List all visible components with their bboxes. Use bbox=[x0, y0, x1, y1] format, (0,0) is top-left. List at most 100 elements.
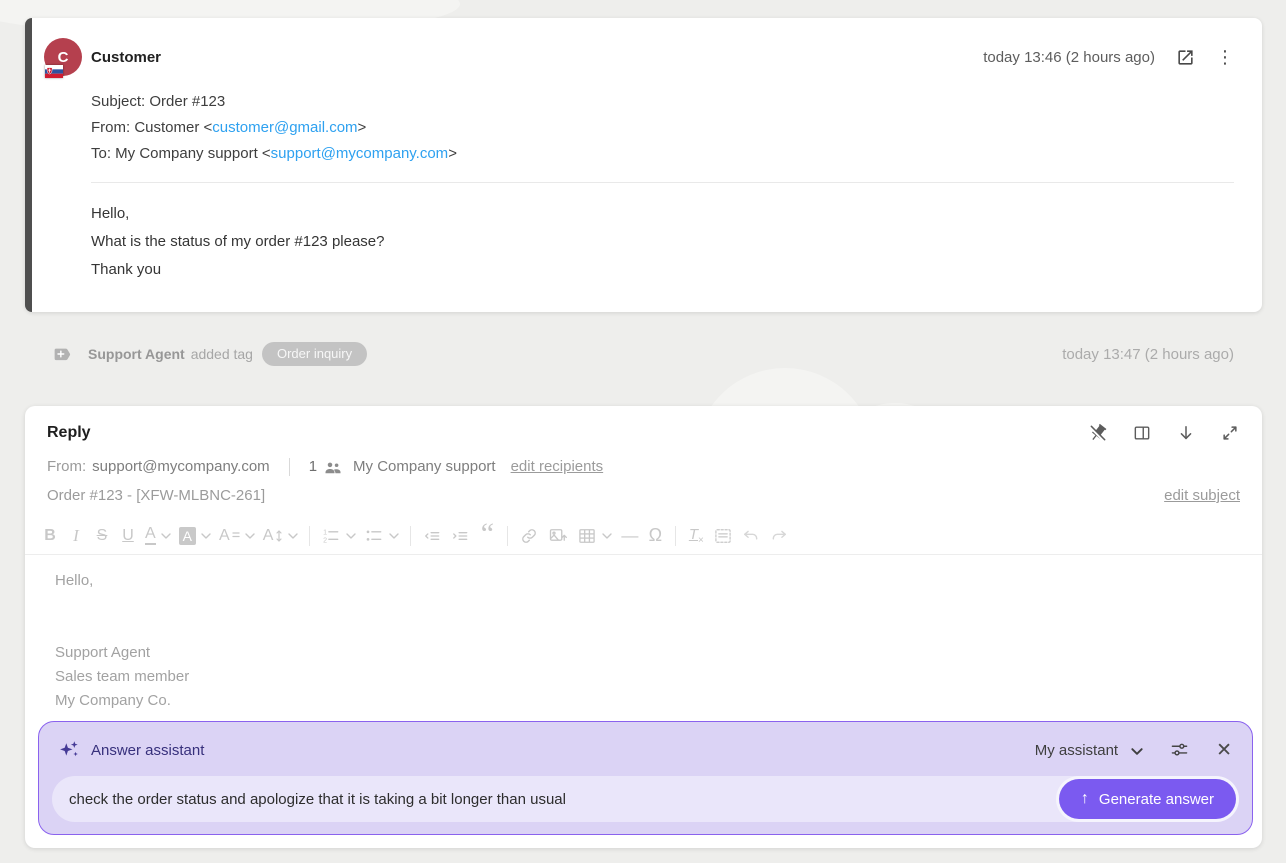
strikethrough-button[interactable]: S bbox=[89, 521, 115, 551]
highlight-color-button[interactable]: A bbox=[175, 521, 215, 551]
blockquote-button[interactable]: “ bbox=[474, 521, 500, 551]
underline-button[interactable]: U bbox=[115, 521, 141, 551]
open-in-new-icon[interactable] bbox=[1176, 48, 1195, 67]
bold-glyph: B bbox=[44, 528, 56, 544]
body-line: What is the status of my order #123 plea… bbox=[91, 228, 1234, 256]
chevron-down-icon bbox=[389, 533, 399, 539]
outdent-button[interactable] bbox=[418, 521, 446, 551]
reply-from-email: support@mycompany.com bbox=[92, 458, 270, 475]
expand-icon[interactable] bbox=[1220, 423, 1240, 443]
from-label: From: bbox=[47, 458, 86, 475]
italic-button[interactable]: I bbox=[63, 521, 89, 551]
toolbar-divider bbox=[410, 526, 411, 546]
clear-formatting-icon: T× bbox=[689, 526, 704, 546]
edit-subject-link[interactable]: edit subject bbox=[1164, 487, 1240, 504]
outdent-icon bbox=[422, 526, 442, 546]
kebab-menu-icon[interactable]: ⋮ bbox=[1216, 48, 1234, 66]
reply-card: Reply bbox=[25, 406, 1262, 848]
template-button[interactable] bbox=[709, 521, 737, 551]
italic-glyph: I bbox=[73, 527, 79, 544]
chevron-down-icon bbox=[1131, 748, 1143, 755]
chevron-down-icon bbox=[288, 533, 298, 539]
generate-answer-label: Generate answer bbox=[1099, 791, 1214, 808]
font-size-glyph: A bbox=[219, 528, 230, 544]
chevron-down-icon bbox=[161, 533, 171, 539]
insert-image-button[interactable] bbox=[543, 521, 573, 551]
divider bbox=[289, 458, 290, 476]
body-line: Thank you bbox=[91, 256, 1234, 284]
line-spacing-glyph: A bbox=[263, 528, 274, 544]
message-timestamp: today 13:46 (2 hours ago) bbox=[983, 49, 1155, 66]
table-icon bbox=[577, 526, 597, 546]
editor-line: Hello, bbox=[55, 569, 1240, 593]
editor-line: Sales team member bbox=[55, 665, 1240, 689]
chevron-down-icon bbox=[346, 533, 356, 539]
from-suffix: > bbox=[358, 119, 367, 136]
recipients-people-icon[interactable] bbox=[324, 460, 342, 475]
avatar-wrap: C bbox=[44, 38, 82, 76]
assistant-selector[interactable]: My assistant bbox=[1035, 742, 1143, 759]
image-upload-icon bbox=[547, 526, 569, 546]
reply-header: Reply bbox=[47, 421, 1240, 445]
generate-answer-button[interactable]: ↑ Generate answer bbox=[1059, 779, 1236, 819]
assistant-header: Answer assistant My assistant ✕ bbox=[52, 733, 1239, 767]
editor-blank-line bbox=[55, 617, 1240, 641]
special-characters-button[interactable]: Ω bbox=[642, 521, 668, 551]
recipients-count[interactable]: 1 bbox=[309, 458, 317, 475]
ordered-list-button[interactable]: 12 bbox=[317, 521, 360, 551]
body-line: Hello, bbox=[91, 200, 1234, 228]
message-divider bbox=[91, 182, 1234, 183]
flag-slovakia-icon bbox=[45, 65, 63, 78]
email-headers: Subject: Order #123 From: Customer <cust… bbox=[91, 89, 1234, 167]
indent-button[interactable] bbox=[446, 521, 474, 551]
chevron-down-icon bbox=[201, 533, 211, 539]
customer-message-card: C Customer today 13:46 (2 hours ago) bbox=[25, 18, 1262, 312]
from-email-link[interactable]: customer@gmail.com bbox=[212, 119, 357, 136]
collapse-down-icon[interactable] bbox=[1176, 423, 1196, 443]
font-color-button[interactable]: A bbox=[141, 521, 175, 551]
tag-added-icon bbox=[52, 345, 72, 363]
email-to-line: To: My Company support <support@mycompan… bbox=[91, 141, 1234, 167]
close-icon[interactable]: ✕ bbox=[1216, 741, 1232, 760]
strikethrough-glyph: S bbox=[97, 528, 108, 544]
reply-from-row: From: support@mycompany.com 1 My Company… bbox=[47, 456, 1240, 477]
clear-formatting-button[interactable]: T× bbox=[683, 521, 709, 551]
editor-blank-line bbox=[55, 593, 1240, 617]
line-spacing-button[interactable]: A bbox=[259, 521, 303, 551]
assistant-settings-icon[interactable] bbox=[1168, 740, 1191, 760]
tag-pill[interactable]: Order inquiry bbox=[262, 342, 367, 366]
activity-agent-name: Support Agent bbox=[88, 346, 185, 362]
reply-editor[interactable]: Hello, Support Agent Sales team member M… bbox=[33, 555, 1240, 713]
editor-line: My Company Co. bbox=[55, 689, 1240, 713]
bold-button[interactable]: B bbox=[37, 521, 63, 551]
split-view-icon[interactable] bbox=[1132, 423, 1152, 443]
bullet-list-button[interactable] bbox=[360, 521, 403, 551]
horizontal-rule-icon: — bbox=[621, 526, 637, 546]
omega-icon: Ω bbox=[649, 525, 662, 546]
insert-table-button[interactable] bbox=[573, 521, 616, 551]
edit-recipients-link[interactable]: edit recipients bbox=[511, 458, 604, 475]
to-email-link[interactable]: support@mycompany.com bbox=[271, 145, 449, 162]
email-subject-line: Subject: Order #123 bbox=[91, 89, 1234, 115]
blockquote-icon: “ bbox=[481, 529, 494, 542]
toolbar-divider bbox=[507, 526, 508, 546]
up-down-arrow-icon bbox=[275, 529, 283, 543]
insert-link-button[interactable] bbox=[515, 521, 543, 551]
editor-line: Support Agent bbox=[55, 641, 1240, 665]
bullet-list-icon bbox=[364, 526, 384, 546]
assistant-controls: My assistant ✕ bbox=[1035, 740, 1239, 760]
font-size-button[interactable]: A bbox=[215, 521, 259, 551]
message-meta: today 13:46 (2 hours ago) ⋮ bbox=[983, 48, 1234, 67]
horizontal-rule-button[interactable]: — bbox=[616, 521, 642, 551]
assistant-title: Answer assistant bbox=[91, 742, 204, 759]
indent-icon bbox=[450, 526, 470, 546]
text-lines-icon bbox=[232, 530, 240, 542]
message-header-row: C Customer today 13:46 (2 hours ago) bbox=[44, 38, 1234, 76]
chevron-down-icon bbox=[245, 533, 255, 539]
unpin-icon[interactable] bbox=[1088, 423, 1108, 443]
sender-name: Customer bbox=[91, 49, 161, 66]
undo-icon bbox=[741, 526, 761, 546]
assistant-selector-value: My assistant bbox=[1035, 742, 1118, 759]
undo-button[interactable] bbox=[737, 521, 765, 551]
redo-button[interactable] bbox=[765, 521, 793, 551]
